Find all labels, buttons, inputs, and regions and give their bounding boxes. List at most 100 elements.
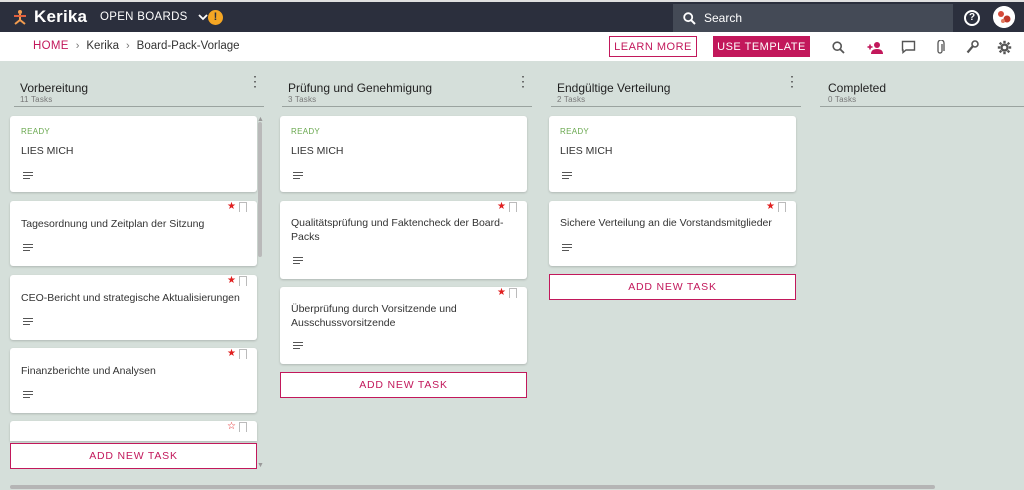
use-template-button[interactable]: USE TEMPLATE <box>713 36 810 57</box>
card-title: Tagesordnung und Zeitplan der Sitzung <box>21 218 205 230</box>
star-icon[interactable]: ★ <box>497 288 506 298</box>
column-menu-icon[interactable]: ⋮ <box>785 74 799 95</box>
task-card[interactable]: READY LIES MICH <box>280 116 527 192</box>
chat-icon[interactable] <box>899 38 917 56</box>
breadcrumb-workspace[interactable]: Kerika <box>86 40 119 52</box>
breadcrumb-home[interactable]: HOME <box>33 40 69 52</box>
add-new-task-button[interactable]: ADD NEW TASK <box>549 274 796 300</box>
board-horizontal-scrollbar[interactable] <box>10 485 935 489</box>
bookmark-icon[interactable] <box>239 276 247 286</box>
column-task-count: 2 Tasks <box>557 95 586 104</box>
kerika-logo-icon <box>14 10 26 25</box>
description-icon <box>562 244 572 252</box>
column-endgueltige-verteilung: Endgültige Verteilung 2 Tasks ⋮ <box>551 61 801 107</box>
column-title: Vorbereitung <box>20 81 89 95</box>
scroll-down-icon[interactable]: ▼ <box>257 462 264 469</box>
card-flags: ★ <box>766 202 786 212</box>
search-box[interactable] <box>673 4 953 32</box>
column-scrollbar[interactable] <box>258 122 262 257</box>
kerika-logo[interactable]: Kerika <box>12 7 87 27</box>
wrench-icon[interactable] <box>963 38 981 56</box>
card-title: LIES MICH <box>291 145 344 157</box>
card-title: Finanzberichte und Analysen <box>21 365 156 377</box>
task-card[interactable]: ☆ <box>10 421 257 441</box>
card-title: CEO-Bericht und strategische Aktualisier… <box>21 292 240 304</box>
description-icon <box>293 342 303 350</box>
card-flags: ★ <box>227 276 247 286</box>
breadcrumb-separator: › <box>75 40 80 52</box>
column-menu-icon[interactable]: ⋮ <box>516 74 530 95</box>
column-task-count: 0 Tasks <box>828 95 857 104</box>
column-header: Prüfung und Genehmigung 3 Tasks ⋮ <box>282 61 532 107</box>
bookmark-icon[interactable] <box>239 202 247 212</box>
breadcrumb-separator: › <box>125 40 130 52</box>
task-card[interactable]: ★ Tagesordnung und Zeitplan der Sitzung <box>10 201 257 266</box>
alert-badge-icon[interactable]: ! <box>208 10 223 25</box>
add-new-task-button[interactable]: ADD NEW TASK <box>280 372 527 398</box>
task-card[interactable]: READY LIES MICH <box>10 116 257 192</box>
avatar-image-icon <box>993 6 1015 28</box>
chevron-down-icon <box>198 13 208 20</box>
search-input[interactable] <box>704 11 934 25</box>
column-task-count: 11 Tasks <box>20 95 53 104</box>
column-header: Vorbereitung 11 Tasks ⋮ <box>14 61 264 107</box>
scroll-up-icon[interactable]: ▲ <box>257 116 264 123</box>
add-person-icon[interactable] <box>866 38 884 56</box>
description-icon <box>23 244 33 252</box>
column-vorbereitung: Vorbereitung 11 Tasks ⋮ <box>14 61 264 107</box>
task-card[interactable]: ★ Überprüfung durch Vorsitzende und Auss… <box>280 287 527 364</box>
star-icon[interactable]: ★ <box>497 202 506 212</box>
bookmark-icon[interactable] <box>509 288 517 298</box>
card-flags: ★ <box>497 288 517 298</box>
star-icon[interactable]: ★ <box>227 349 236 359</box>
board-search-icon[interactable] <box>829 38 847 56</box>
description-icon <box>23 318 33 326</box>
column-pruefung: Prüfung und Genehmigung 3 Tasks ⋮ <box>282 61 532 107</box>
description-icon <box>23 391 33 399</box>
learn-more-button[interactable]: LEARN MORE <box>609 36 697 57</box>
task-card[interactable]: ★ Sichere Verteilung an die Vorstandsmit… <box>549 201 796 266</box>
star-icon[interactable]: ★ <box>227 202 236 212</box>
star-icon[interactable]: ★ <box>227 276 236 286</box>
logo-text: Kerika <box>34 7 88 26</box>
avatar[interactable] <box>993 6 1015 28</box>
star-outline-icon[interactable]: ☆ <box>227 422 236 432</box>
bookmark-icon[interactable] <box>778 202 786 212</box>
attachment-icon[interactable] <box>931 38 949 56</box>
open-boards-label: OPEN BOARDS <box>100 11 188 23</box>
bookmark-icon[interactable] <box>239 422 247 432</box>
column-header: Completed 0 Tasks <box>820 61 1024 107</box>
task-card[interactable]: ★ Finanzberichte und Analysen <box>10 348 257 413</box>
help-icon[interactable]: ? <box>964 10 980 26</box>
column-task-count: 3 Tasks <box>288 95 317 104</box>
gear-icon[interactable] <box>995 38 1013 56</box>
task-card[interactable]: ★ Qualitätsprüfung und Faktencheck der B… <box>280 201 527 279</box>
description-icon <box>562 172 572 180</box>
breadcrumb-board: Board-Pack-Vorlage <box>136 40 240 52</box>
top-bar: Kerika OPEN BOARDS ! ? <box>0 0 1024 32</box>
search-icon <box>683 11 696 25</box>
column-completed: Completed 0 Tasks <box>820 61 1024 107</box>
description-icon <box>23 172 33 180</box>
card-status: READY <box>560 127 590 136</box>
bookmark-icon[interactable] <box>239 349 247 359</box>
card-flags: ★ <box>227 202 247 212</box>
card-flags: ★ <box>497 202 517 212</box>
column-header: Endgültige Verteilung 2 Tasks ⋮ <box>551 61 801 107</box>
card-title: Sichere Verteilung an die Vorstandsmitgl… <box>560 217 772 229</box>
column-menu-icon[interactable]: ⋮ <box>248 74 262 95</box>
column-title: Prüfung und Genehmigung <box>288 81 433 95</box>
card-status: READY <box>21 127 51 136</box>
task-card[interactable]: READY LIES MICH <box>549 116 796 192</box>
add-new-task-button[interactable]: ADD NEW TASK <box>10 443 257 469</box>
task-card[interactable]: ★ CEO-Bericht und strategische Aktualisi… <box>10 275 257 340</box>
star-icon[interactable]: ★ <box>766 202 775 212</box>
board-toolbar: HOME › Kerika › Board-Pack-Vorlage LEARN… <box>0 32 1024 61</box>
card-flags: ☆ <box>227 422 247 432</box>
open-boards-dropdown[interactable]: OPEN BOARDS <box>100 11 208 23</box>
description-icon <box>293 172 303 180</box>
card-title: LIES MICH <box>560 145 613 157</box>
card-title: Qualitätsprüfung und Faktencheck der Boa… <box>291 217 504 243</box>
column-title: Completed <box>828 81 887 95</box>
bookmark-icon[interactable] <box>509 202 517 212</box>
